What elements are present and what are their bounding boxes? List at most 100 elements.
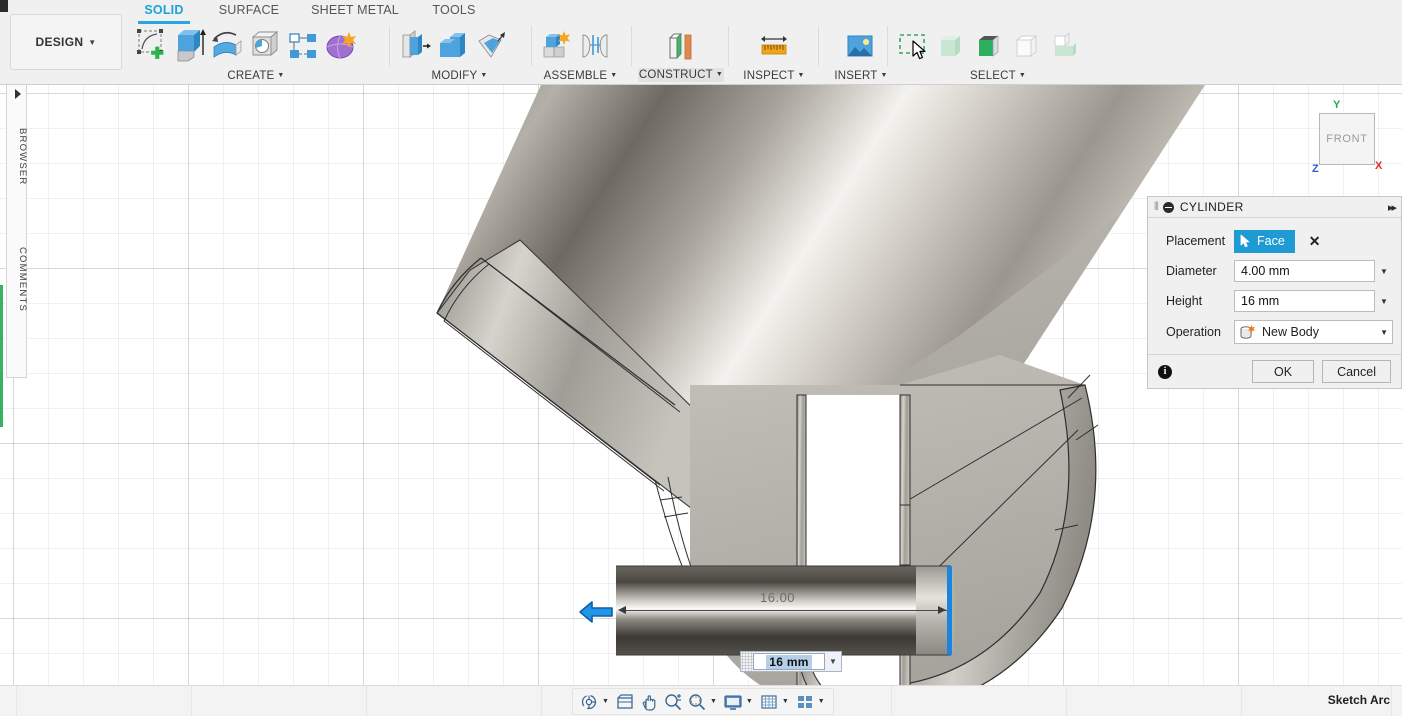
dimension-input-grip[interactable] bbox=[741, 652, 753, 671]
fillet-icon[interactable] bbox=[434, 25, 472, 65]
panel-construct-label[interactable]: CONSTRUCT ▼ bbox=[638, 68, 724, 82]
cylinder-dialog[interactable]: ⦀ CYLINDER ▸▸ Placement Face ✕ Diameter … bbox=[1147, 196, 1402, 389]
chevron-down-icon: ▼ bbox=[797, 72, 805, 79]
create-sketch-icon[interactable] bbox=[132, 25, 170, 65]
height-drag-handle[interactable] bbox=[947, 566, 952, 655]
diameter-label: Diameter bbox=[1166, 264, 1217, 278]
select-paint-icon[interactable] bbox=[932, 25, 970, 65]
sidebar-item-browser[interactable]: BROWSER bbox=[7, 107, 28, 207]
panel-construct: CONSTRUCT ▼ bbox=[638, 22, 724, 84]
flip-direction-arrow-icon[interactable] bbox=[578, 600, 614, 629]
ok-button[interactable]: OK bbox=[1252, 360, 1315, 383]
ok-button-label: OK bbox=[1274, 364, 1293, 379]
sidebar-item-comments-label: COMMENTS bbox=[17, 247, 28, 313]
offset-plane-icon[interactable] bbox=[662, 25, 700, 65]
height-input[interactable]: 16 mm bbox=[1234, 290, 1375, 312]
panel-modify-label[interactable]: MODIFY ▼ bbox=[396, 70, 523, 82]
divider bbox=[366, 686, 367, 716]
shell-icon[interactable] bbox=[472, 25, 510, 65]
press-pull-icon[interactable] bbox=[396, 25, 434, 65]
tab-solid[interactable]: SOLID bbox=[138, 2, 190, 24]
diameter-input[interactable]: 4.00 mm bbox=[1234, 260, 1375, 282]
divider bbox=[531, 26, 532, 66]
select-through-icon[interactable] bbox=[1008, 25, 1046, 65]
clear-selection-icon[interactable]: ✕ bbox=[1309, 233, 1321, 250]
tab-tools-label: TOOLS bbox=[432, 3, 476, 17]
dimension-input[interactable]: 16 mm ▼ bbox=[740, 651, 842, 672]
dialog-body: Placement Face ✕ Diameter 4.00 mm ▼ Heig… bbox=[1148, 218, 1401, 354]
look-at-icon[interactable] bbox=[614, 691, 636, 713]
row-placement: Placement Face ✕ bbox=[1148, 226, 1401, 256]
divider bbox=[1066, 686, 1067, 716]
divider bbox=[16, 686, 17, 716]
cancel-button[interactable]: Cancel bbox=[1322, 360, 1391, 383]
display-settings-icon[interactable] bbox=[722, 691, 744, 713]
cancel-button-label: Cancel bbox=[1337, 364, 1376, 379]
chevron-down-icon[interactable]: ▼ bbox=[825, 657, 841, 666]
dimension-input-field[interactable]: 16 mm bbox=[753, 653, 825, 670]
placement-face-button[interactable]: Face bbox=[1234, 229, 1295, 253]
panel-select-label[interactable]: SELECT ▼ bbox=[894, 70, 1102, 82]
dialog-title: CYLINDER bbox=[1179, 200, 1244, 214]
orbit-icon[interactable] bbox=[578, 691, 600, 713]
collapse-icon[interactable] bbox=[1162, 201, 1174, 213]
joint-icon[interactable] bbox=[576, 25, 614, 65]
tab-surface[interactable]: SURFACE bbox=[210, 2, 288, 22]
workspace-switcher-button[interactable]: DESIGN ▼ bbox=[10, 14, 122, 70]
extrude-icon[interactable] bbox=[170, 25, 208, 65]
pattern-icon[interactable] bbox=[284, 25, 322, 65]
grid-snap-icon[interactable] bbox=[758, 691, 780, 713]
hole-icon[interactable] bbox=[246, 25, 284, 65]
panel-assemble-label[interactable]: ASSEMBLE ▼ bbox=[538, 70, 623, 82]
chevron-down-icon[interactable]: ▼ bbox=[746, 698, 753, 705]
chevron-down-icon[interactable]: ▼ bbox=[1375, 297, 1393, 306]
operation-label: Operation bbox=[1166, 325, 1221, 339]
fusion-window: SOLID SURFACE SHEET METAL TOOLS DESIGN ▼ bbox=[0, 0, 1402, 716]
pan-icon[interactable] bbox=[638, 691, 660, 713]
view-cube-face-label: FRONT bbox=[1326, 133, 1368, 145]
dialog-footer: i OK Cancel bbox=[1148, 354, 1401, 388]
sidebar-item-comments[interactable]: COMMENTS bbox=[7, 225, 28, 335]
axis-z-label: Z bbox=[1312, 163, 1319, 175]
view-cube-front-face[interactable]: FRONT bbox=[1319, 113, 1375, 165]
chevron-down-icon: ▼ bbox=[715, 71, 724, 78]
divider bbox=[818, 26, 819, 66]
divider bbox=[887, 26, 888, 66]
chevron-down-icon[interactable]: ▼ bbox=[1375, 267, 1393, 276]
divider bbox=[631, 26, 632, 66]
collapse-arrow-icon[interactable] bbox=[15, 89, 21, 99]
view-cube[interactable]: FRONT Y X Z bbox=[1312, 99, 1382, 175]
new-component-icon[interactable] bbox=[538, 25, 576, 65]
chevron-down-icon[interactable]: ▼ bbox=[710, 698, 717, 705]
form-icon[interactable] bbox=[322, 25, 360, 65]
select-body-icon[interactable] bbox=[970, 25, 1008, 65]
chevron-down-icon[interactable]: ▼ bbox=[782, 698, 789, 705]
panel-insert-label[interactable]: INSERT ▼ bbox=[825, 70, 897, 82]
zoom-icon[interactable] bbox=[662, 691, 684, 713]
info-icon[interactable]: i bbox=[1158, 364, 1172, 379]
chevron-down-icon[interactable]: ▼ bbox=[1380, 328, 1388, 337]
revolve-icon[interactable] bbox=[208, 25, 246, 65]
tab-solid-label: SOLID bbox=[144, 3, 184, 17]
insert-image-icon[interactable] bbox=[841, 25, 879, 65]
measure-icon[interactable] bbox=[755, 25, 793, 65]
panel-inspect-label[interactable]: INSPECT ▼ bbox=[735, 70, 813, 82]
expand-icon[interactable]: ▸▸ bbox=[1388, 201, 1397, 214]
viewports-icon[interactable] bbox=[794, 691, 816, 713]
dimension-input-value: 16 mm bbox=[766, 654, 812, 669]
operation-dropdown[interactable]: New Body ▼ bbox=[1234, 320, 1393, 344]
chevron-down-icon[interactable]: ▼ bbox=[818, 698, 825, 705]
diameter-value: 4.00 mm bbox=[1241, 264, 1290, 278]
chevron-down-icon[interactable]: ▼ bbox=[602, 698, 609, 705]
dialog-header[interactable]: ⦀ CYLINDER ▸▸ bbox=[1148, 197, 1401, 218]
select-partial-icon[interactable] bbox=[1046, 25, 1084, 65]
tab-sheet-metal[interactable]: SHEET METAL bbox=[305, 2, 405, 22]
new-body-icon bbox=[1240, 324, 1255, 339]
left-dock: BROWSER COMMENTS bbox=[6, 85, 28, 378]
height-value: 16 mm bbox=[1241, 294, 1280, 308]
divider bbox=[728, 26, 729, 66]
drag-grip-icon[interactable]: ⦀ bbox=[1154, 201, 1159, 214]
tab-tools[interactable]: TOOLS bbox=[422, 2, 486, 22]
fit-icon[interactable] bbox=[686, 691, 708, 713]
panel-create-label[interactable]: CREATE ▼ bbox=[132, 70, 380, 82]
